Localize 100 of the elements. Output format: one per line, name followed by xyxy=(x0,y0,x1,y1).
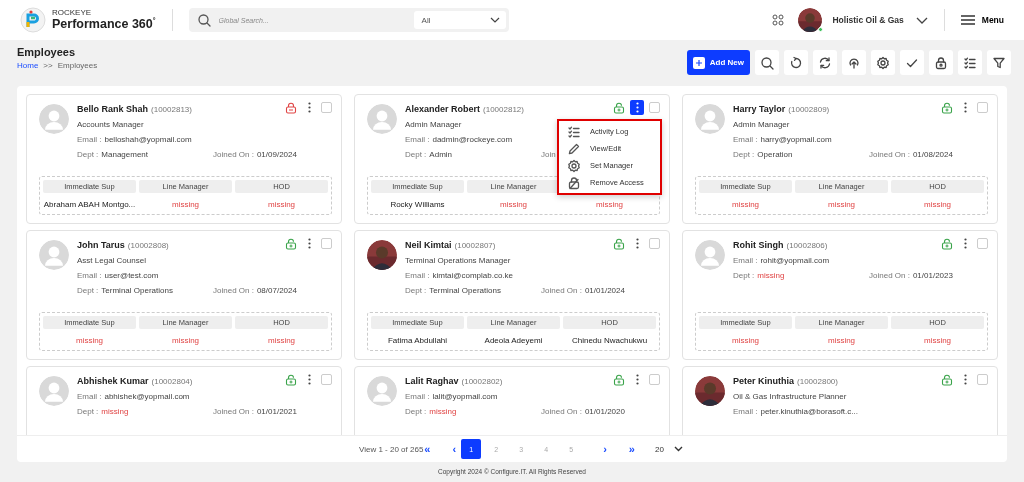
employee-id: (10002806) xyxy=(786,241,828,250)
employee-id: (10002809) xyxy=(788,105,830,114)
dept-value: missing xyxy=(101,407,129,416)
reset-button[interactable] xyxy=(784,50,808,75)
email-label: Email : xyxy=(405,271,430,280)
kebab-icon xyxy=(635,238,639,249)
checklist-button[interactable] xyxy=(958,50,982,75)
table-cell-text: Chinedu Nwachukwu xyxy=(570,335,649,347)
company-name[interactable]: Holistic Oil & Gas xyxy=(832,15,904,25)
kebab-icon xyxy=(963,238,967,249)
dept-value: missing xyxy=(429,407,457,416)
email-label: Email : xyxy=(733,407,758,416)
upload-button[interactable] xyxy=(842,50,866,75)
product-name: Performance 360$^{°}$ xyxy=(52,17,156,32)
table-cell-text: missing xyxy=(498,199,529,211)
unlocked-icon[interactable] xyxy=(941,238,953,250)
employee-name: Alexander Robert xyxy=(405,104,481,114)
lock-button[interactable] xyxy=(929,50,953,75)
first-page-link[interactable]: « xyxy=(424,443,431,455)
table-cell-text: missing xyxy=(922,335,953,347)
job-title: Asst Legal Counsel xyxy=(77,256,147,265)
unlocked-icon[interactable] xyxy=(941,102,953,114)
checkbox[interactable] xyxy=(321,374,332,385)
job-title: Admin Manager xyxy=(405,120,463,129)
email-label: Email : xyxy=(77,271,102,280)
table-cell-text: missing xyxy=(594,199,625,211)
dept-label: Dept : xyxy=(733,271,755,280)
unlocked-icon[interactable] xyxy=(613,238,625,250)
breadcrumb-item: >> xyxy=(43,61,53,70)
more-button[interactable] xyxy=(630,100,644,115)
checkbox[interactable] xyxy=(649,238,660,249)
dept-value: Admin xyxy=(429,150,453,159)
lock-icon xyxy=(934,55,948,70)
dept-label: Dept : xyxy=(405,150,427,159)
email-value: user@test.com xyxy=(104,271,159,280)
chevron-down-icon[interactable] xyxy=(915,16,928,24)
dept-label: Dept : xyxy=(733,150,755,159)
unlocked-icon[interactable] xyxy=(941,374,953,386)
joined-label: Joined On : xyxy=(213,150,254,159)
joined-label: Joined On : xyxy=(869,271,910,280)
job-title: Terminal Operations Manager xyxy=(405,256,512,265)
next-page-link[interactable]: › xyxy=(603,443,607,455)
pencil-icon xyxy=(567,141,581,156)
dept-value: Terminal Operations xyxy=(429,286,501,295)
kebab-icon xyxy=(307,374,311,385)
employee-name: Harry Taylor xyxy=(733,104,786,114)
dept-value: Terminal Operations xyxy=(101,286,173,295)
logo-icon xyxy=(20,7,46,33)
sync-icon xyxy=(818,55,832,70)
table-cell-text: Abraham ABAH Montgo... xyxy=(43,199,136,211)
dept-value: Management xyxy=(101,150,149,159)
employee-name: Lalit Raghav xyxy=(405,376,459,386)
checkbox[interactable] xyxy=(977,374,988,385)
menu-button[interactable]: Menu xyxy=(960,15,1004,25)
checkbox[interactable] xyxy=(977,102,988,113)
table-cell-text: Rocky Williams xyxy=(389,199,446,211)
employee-id: (10002813) xyxy=(151,105,192,114)
joined-label: Joined On : xyxy=(541,407,582,416)
kebab-icon xyxy=(963,102,967,113)
search-icon xyxy=(196,13,211,27)
filter-button[interactable] xyxy=(987,50,1011,75)
search-button[interactable] xyxy=(755,50,779,75)
last-page-link[interactable]: » xyxy=(628,443,635,455)
previous-page-link[interactable]: ‹ xyxy=(452,443,457,455)
unlocked-icon[interactable] xyxy=(285,374,297,386)
checkbox[interactable] xyxy=(321,238,332,249)
unlocked-icon[interactable] xyxy=(285,238,297,250)
locked-icon[interactable] xyxy=(285,102,297,114)
employee-id: (10002802) xyxy=(461,377,503,386)
job-title: Oil & Gas Infrastructure Planner xyxy=(733,392,848,401)
plus-icon xyxy=(692,56,705,69)
email-value: kimtai@complab.co.ke xyxy=(432,271,514,280)
joined-date: 08/07/2024 xyxy=(256,286,297,295)
dept-label: Dept : xyxy=(77,407,99,416)
scope-dropdown[interactable]: All xyxy=(413,11,506,29)
settings-button[interactable] xyxy=(871,50,895,75)
checkbox[interactable] xyxy=(977,238,988,249)
page-summary: View 1 - 20 of 265 xyxy=(359,444,424,454)
apps-icon[interactable] xyxy=(772,14,785,26)
table-cell-text: missing xyxy=(826,199,857,211)
breadcrumb-link[interactable]: Home xyxy=(17,61,39,70)
unlocked-icon[interactable] xyxy=(613,102,625,114)
search-icon xyxy=(760,55,774,70)
page-size-dropdown[interactable]: 20 xyxy=(654,444,683,454)
employee-id: (10002800) xyxy=(797,377,838,386)
table-cell-text: Fatima Abdullahi xyxy=(386,335,449,347)
sync-button[interactable] xyxy=(813,50,837,75)
unlocked-icon[interactable] xyxy=(613,374,625,386)
joined-label: Joined On : xyxy=(541,286,582,295)
checkbox[interactable] xyxy=(321,102,332,113)
email-value: belloshah@yopmail.com xyxy=(104,135,192,144)
table-cell-text: missing xyxy=(266,199,297,211)
checkbox[interactable] xyxy=(649,102,660,113)
checklist-icon xyxy=(567,124,581,139)
settings-icon xyxy=(567,158,581,173)
add-new-button[interactable]: Add New xyxy=(686,50,750,75)
checkbox[interactable] xyxy=(649,374,660,385)
email-value: harry@yopmail.com xyxy=(760,135,832,144)
check-button[interactable] xyxy=(900,50,924,75)
kebab-icon xyxy=(635,374,639,385)
